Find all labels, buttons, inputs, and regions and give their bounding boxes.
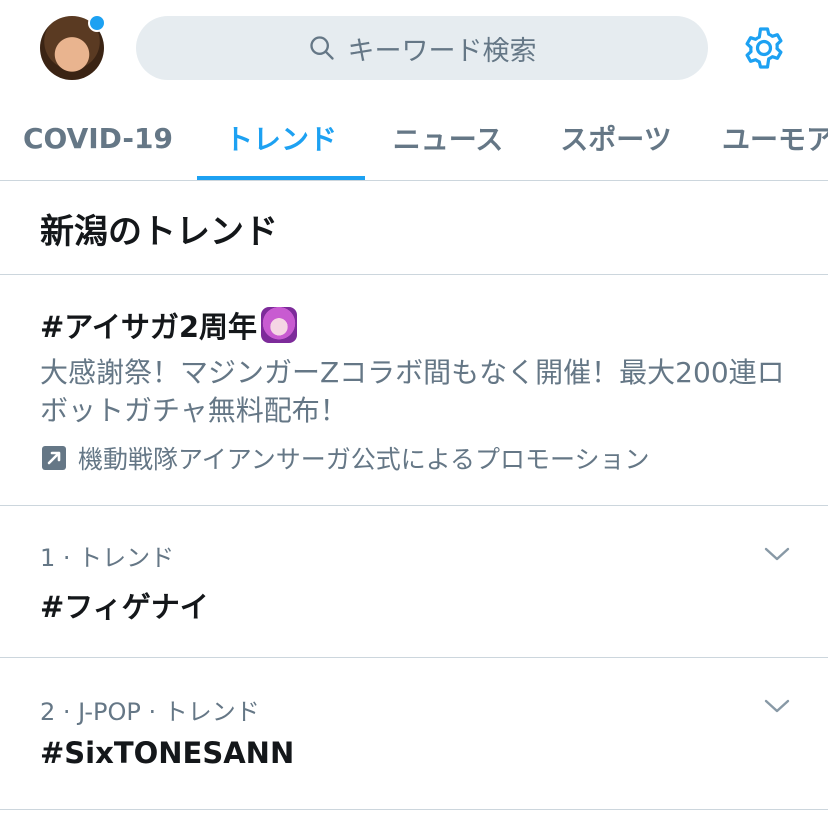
divider (0, 505, 828, 506)
top-bar: キーワード検索 (0, 0, 828, 96)
divider (0, 657, 828, 658)
tab-covid19[interactable]: COVID-19 (20, 96, 176, 180)
search-icon (309, 36, 334, 60)
divider (0, 809, 828, 810)
trend-meta: 2 · J-POP · トレンド (40, 698, 260, 726)
active-tab-indicator (197, 176, 365, 180)
avatar[interactable] (40, 14, 106, 80)
tab-sports[interactable]: スポーツ (548, 96, 684, 180)
promoted-trend-description: 大感謝祭！マジンガーZコラボ間もなく開催！最大200連ロボットガチャ無料配布！ (40, 356, 785, 427)
gear-icon[interactable] (740, 24, 788, 72)
notification-dot (88, 14, 106, 32)
trend-name: #SixTONESANN (40, 736, 295, 770)
chevron-down-icon[interactable] (764, 546, 790, 562)
promoted-trend-title: #アイサガ2周年 (40, 304, 298, 346)
tab-bar: COVID-19 トレンド ニュース スポーツ ユーモア (0, 96, 828, 181)
promoted-icon (42, 446, 66, 470)
chevron-down-icon[interactable] (764, 698, 790, 714)
tab-humor[interactable]: ユーモア (722, 96, 828, 180)
trend-meta: 1 · トレンド (40, 544, 175, 572)
tab-trends[interactable]: トレンド (197, 96, 365, 180)
trend-name: #フィゲナイ (40, 590, 209, 624)
section-title: 新潟のトレンド (40, 212, 278, 252)
search-placeholder: キーワード検索 (347, 35, 537, 67)
tab-news[interactable]: ニュース (380, 96, 516, 180)
search-input[interactable]: キーワード検索 (136, 16, 708, 80)
promoted-by: 機動戦隊アイアンサーガ公式によるプロモーション (40, 440, 650, 476)
character-emoji-icon (261, 307, 298, 343)
divider (0, 274, 828, 275)
